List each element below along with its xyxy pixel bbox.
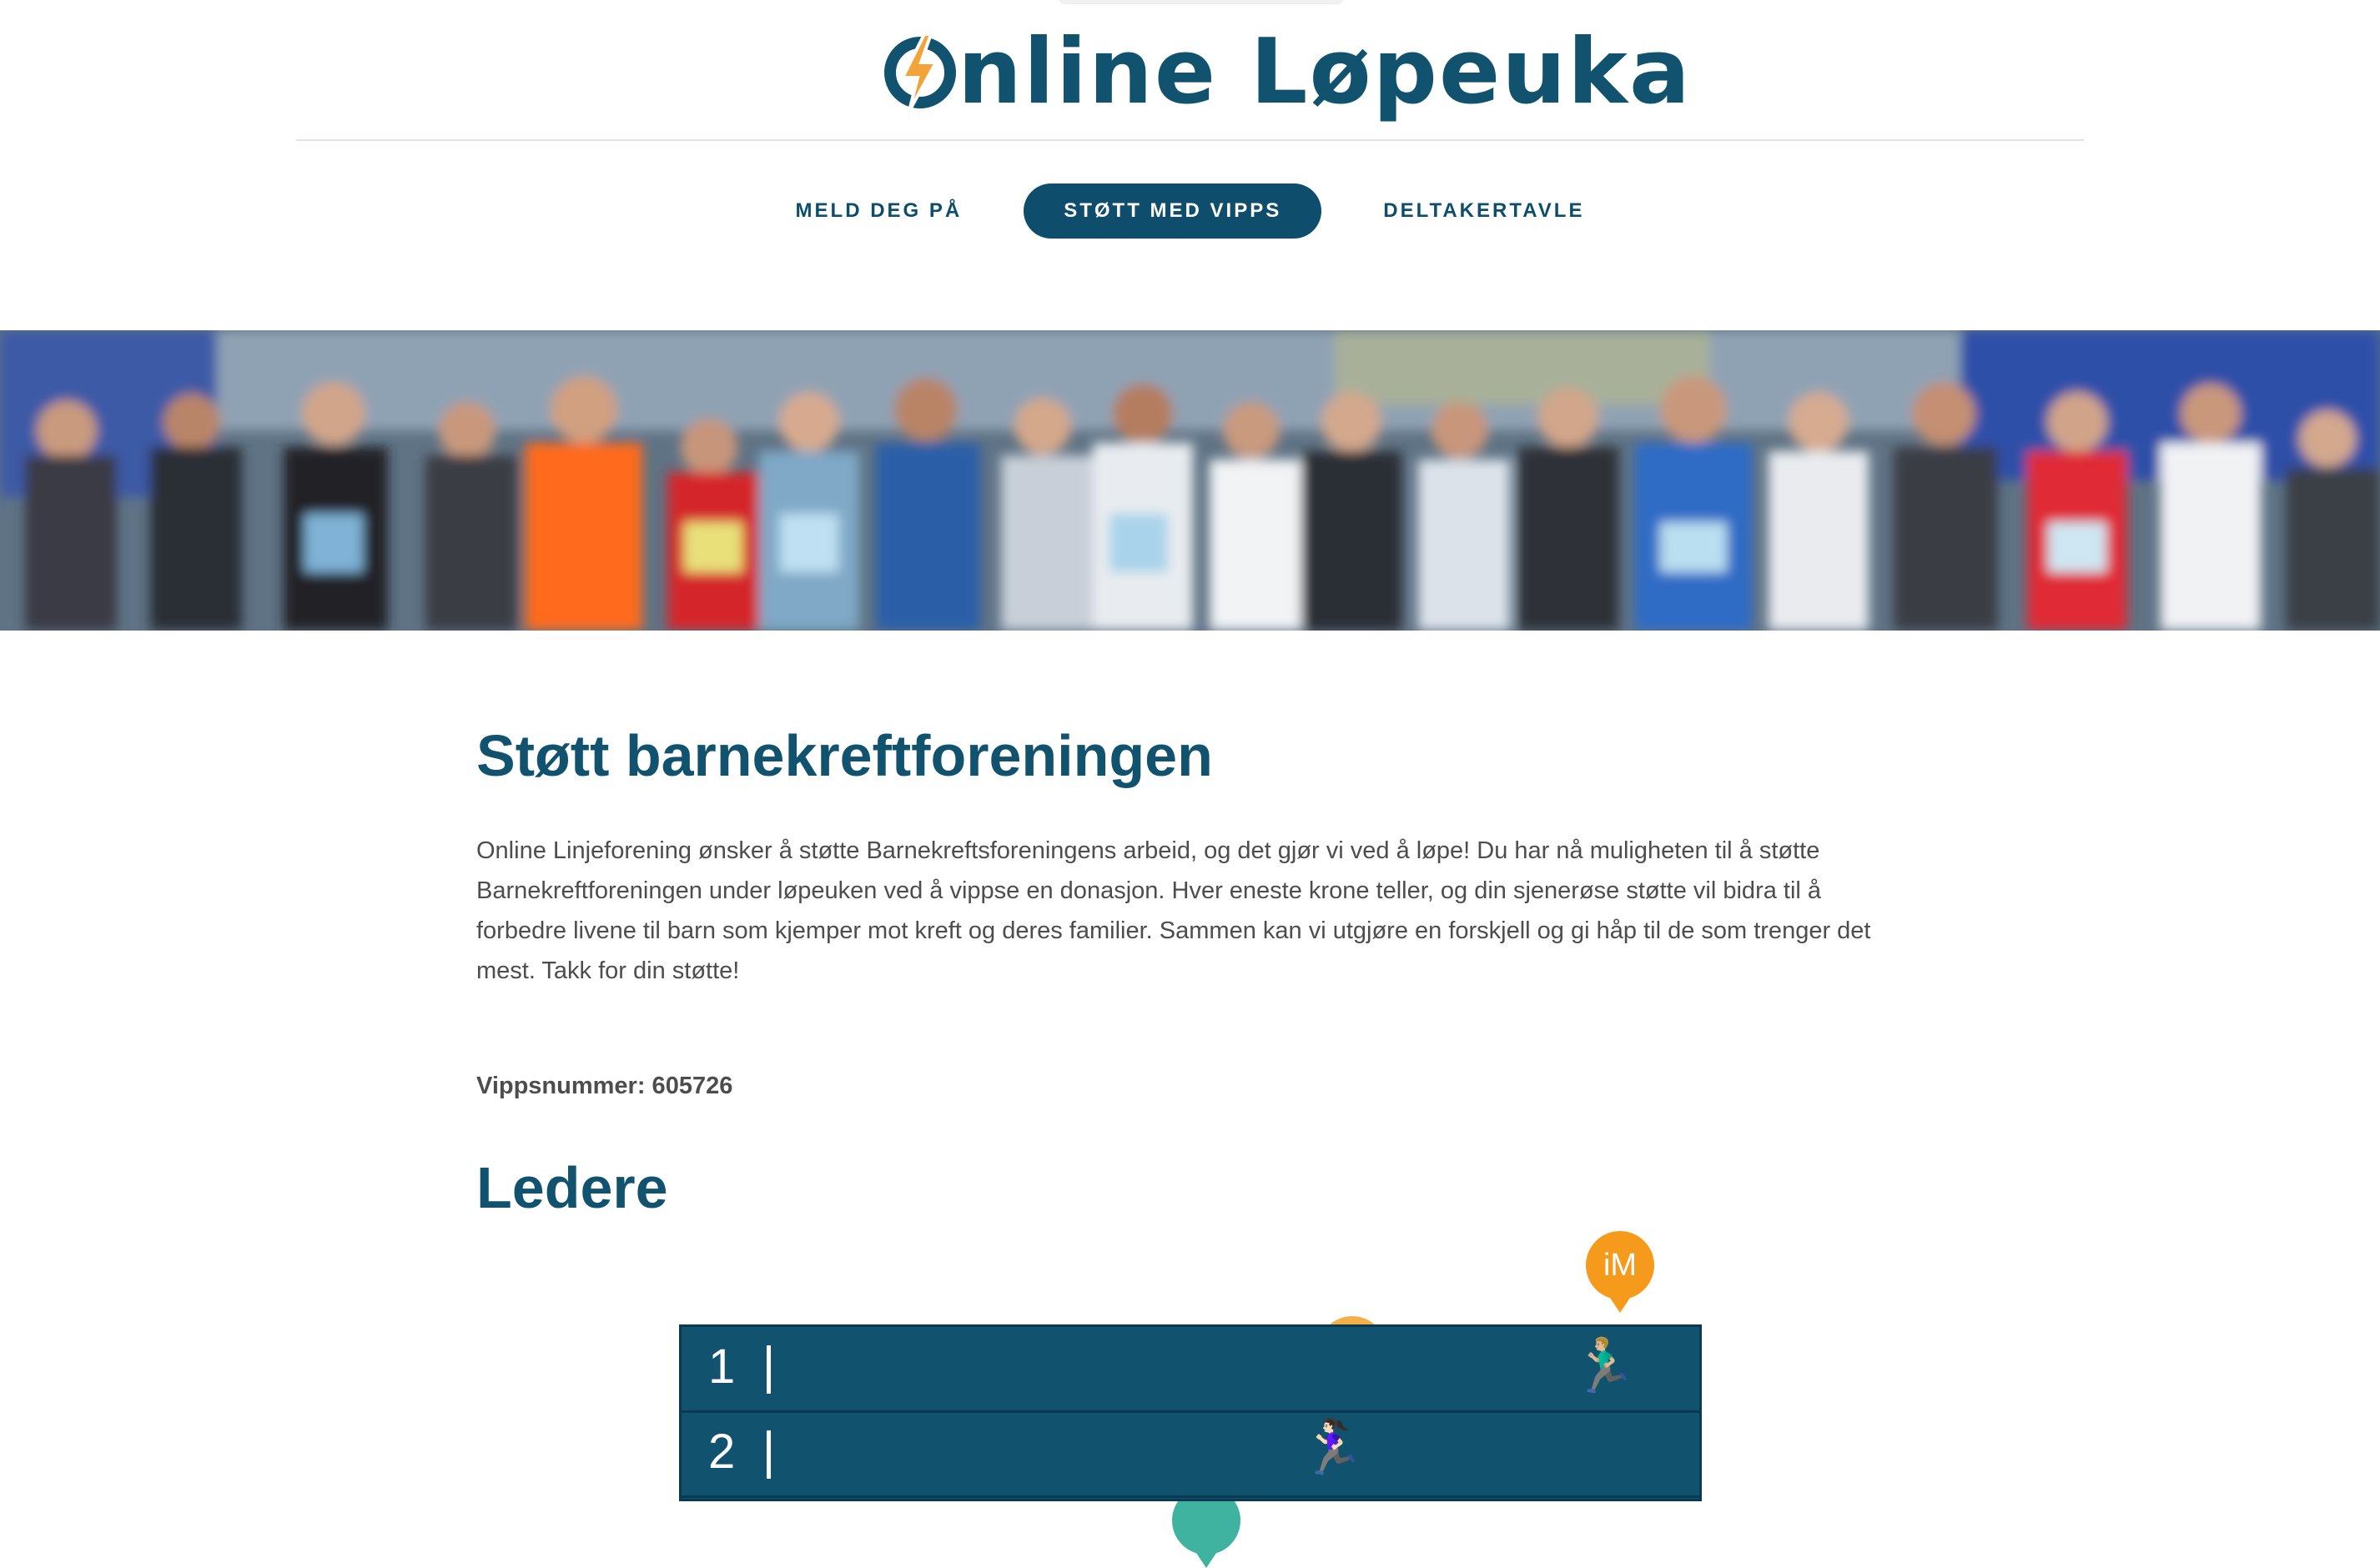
runner-male-icon: 🏃🏼‍♂️	[1571, 1335, 1638, 1395]
leaderboard-track: 1 🏃🏼‍♂️ 2 🏃🏻‍♀️	[679, 1324, 1702, 1501]
lane-rank: 1	[708, 1339, 736, 1394]
lane-2: 2 🏃🏻‍♀️	[682, 1412, 1699, 1498]
nav-deltakertavle[interactable]: DELTAKERTAVLE	[1350, 183, 1618, 239]
leader-marker-im[interactable]: iM	[1586, 1231, 1654, 1313]
vipps-number: Vippsnummer: 605726	[476, 1073, 733, 1099]
page-title: Støtt barnekreftforeningen	[476, 723, 1213, 788]
crowd-illustration	[0, 330, 2380, 631]
lane-1: 1 🏃🏼‍♂️	[682, 1327, 1699, 1413]
nav-meld-deg-pa[interactable]: MELD DEG PÅ	[762, 183, 996, 239]
leaders-heading: Ledere	[476, 1155, 668, 1220]
start-line	[767, 1345, 771, 1394]
site-header: nline Løpeuka MELD DEG PÅ STØTT MED VIPP…	[0, 0, 2380, 330]
intro-paragraph: Online Linjeforening ønsker å støtte Bar…	[476, 837, 1871, 984]
hero-runners-image	[0, 330, 2380, 631]
nav-stott-med-vipps[interactable]: STØTT MED VIPPS	[1024, 183, 1322, 239]
header-divider	[296, 139, 2084, 141]
lane-rank: 2	[708, 1425, 736, 1479]
main-nav: MELD DEG PÅ STØTT MED VIPPS DELTAKERTAVL…	[0, 183, 2380, 239]
start-line	[767, 1430, 771, 1479]
logo-text: nline Løpeuka	[958, 20, 1692, 124]
site-logo[interactable]: nline Løpeuka	[884, 18, 1692, 127]
top-tab-decoration	[1059, 0, 1343, 4]
runner-female-icon: 🏃🏻‍♀️	[1299, 1417, 1366, 1477]
lightning-logo-icon	[884, 34, 956, 111]
